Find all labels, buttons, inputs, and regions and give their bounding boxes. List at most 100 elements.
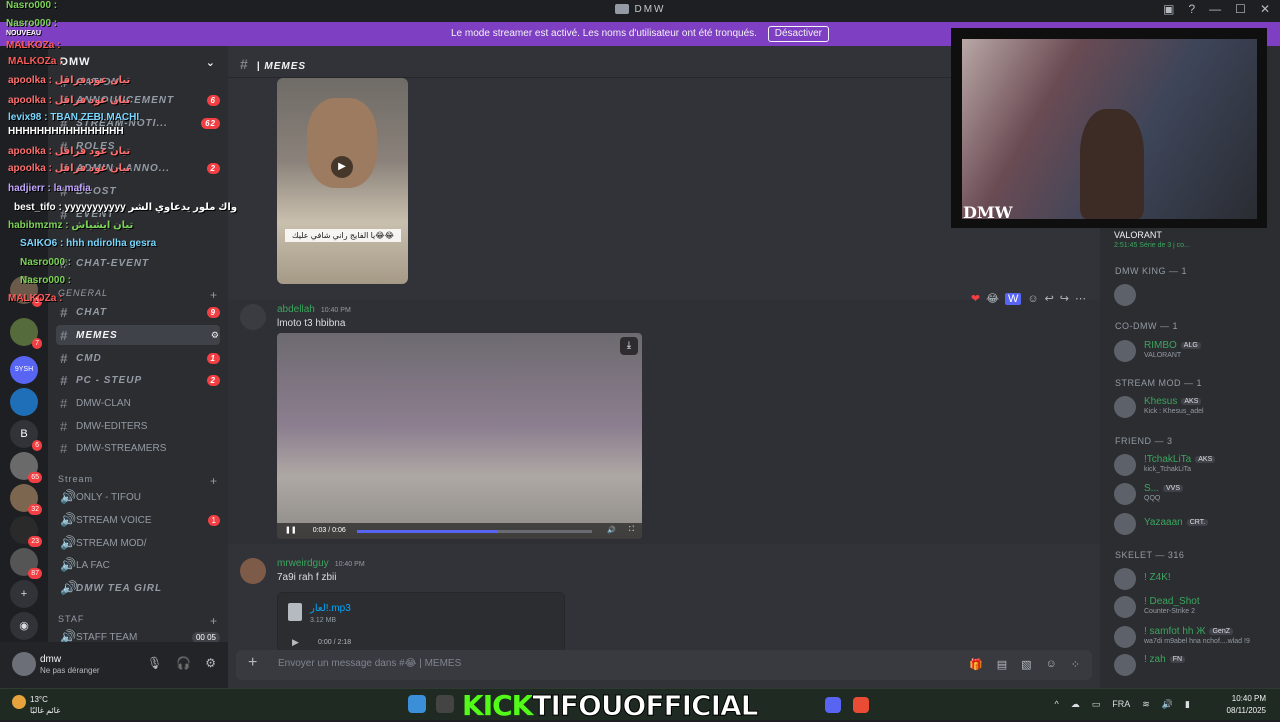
gift-icon[interactable]: 🎁 (969, 658, 983, 671)
server-icon[interactable] (10, 388, 38, 416)
voice-channel-item[interactable]: 🔊 STREAM MOD/ (56, 533, 220, 553)
speaker-icon: 🔊 (60, 629, 77, 642)
member-item[interactable]: !TchakLiTa AKS kick_TchakLiTa (1114, 452, 1274, 478)
member-item[interactable]: ! zah FN (1114, 652, 1274, 678)
channel-item[interactable]: # DMW-CLAN (56, 393, 220, 413)
server-icon[interactable]: 32 (10, 484, 42, 515)
member-item[interactable]: VALORANT 2:51:45 Série de 3 j co... (1114, 228, 1274, 254)
add-channel-icon[interactable]: + (210, 474, 218, 488)
help-icon[interactable]: ? (1188, 2, 1195, 16)
minimize-button[interactable]: — (1209, 2, 1221, 16)
gif-icon[interactable]: ▤ (997, 658, 1007, 671)
member-item[interactable]: Yazaaan CRT. (1114, 511, 1274, 537)
member-item[interactable]: S... VVS QQQ (1114, 481, 1274, 507)
pause-icon[interactable]: ❚❚ (285, 527, 297, 534)
server-icon[interactable]: 23 (10, 516, 42, 547)
close-button[interactable]: ✕ (1260, 2, 1270, 16)
message-actions: ❤ 😂 W ☺ ↩ ↪ ⋯ (971, 292, 1086, 305)
heart-reaction-icon[interactable]: ❤ (971, 292, 980, 305)
member-item[interactable]: ! Z4K! (1114, 566, 1274, 592)
volume-icon[interactable]: 🔊 (1162, 699, 1173, 710)
avatar[interactable] (12, 652, 36, 676)
avatar[interactable] (240, 304, 266, 330)
discord-taskbar-icon[interactable] (825, 697, 841, 713)
channel-item[interactable]: # PC - STEUP 2 (56, 370, 220, 390)
member-item[interactable]: ! Dead_Shot Counter-Strike 2 (1114, 594, 1274, 620)
weather-widget[interactable]: 13°C غائم غالبًا (30, 694, 60, 716)
reply-icon[interactable]: ↩ (1045, 292, 1054, 305)
maximize-button[interactable]: ☐ (1235, 2, 1246, 16)
member-item[interactable]: ! samfot hh Ж GenZ wa7di m9abel hna nchof.… (1114, 624, 1274, 650)
headphones-icon[interactable]: 🎧 (176, 656, 191, 670)
settings-icon[interactable]: ⚙ (211, 330, 220, 341)
image-attachment[interactable]: ▶ يا الفايج راني شافي عليك😂😂 (277, 78, 408, 284)
chat-line: SAIKO6 : hhh ndirolha gesra (20, 238, 157, 249)
discover-icon[interactable]: ◉ (10, 612, 38, 640)
chat-line: apoolka : تيان عود فراقل (8, 75, 131, 86)
file-name[interactable]: لعار!.mp3 (310, 603, 351, 614)
avatar[interactable] (240, 558, 266, 584)
language-indicator[interactable]: FRA (1112, 699, 1130, 710)
play-icon[interactable]: ▶ (292, 637, 299, 648)
webcam-overlay: DMW (951, 28, 1267, 228)
channel-item[interactable]: # DMW-EDITERS (56, 416, 220, 436)
microphone-icon[interactable]: 🎙 (147, 656, 162, 670)
chat-line: MALKOZa : (8, 56, 63, 67)
server-icon[interactable]: 9YSH (10, 356, 38, 384)
w-reaction-icon[interactable]: W (1004, 292, 1022, 305)
voice-channel-item[interactable]: 🔊 STREAM VOICE 1 (56, 510, 220, 530)
message-composer[interactable]: + Envoyer un message dans #😂 | MEMES 🎁 ▤… (236, 650, 1092, 680)
video-progress-fill (357, 530, 498, 533)
chevron-up-icon[interactable]: ^ (1055, 699, 1059, 710)
disable-streamer-mode-button[interactable]: Désactiver (767, 26, 829, 42)
category-staf[interactable]: STAF + (58, 614, 218, 628)
inbox-icon[interactable]: ▣ (1163, 2, 1174, 16)
wifi-icon[interactable]: ≋ (1142, 699, 1150, 710)
channel-item[interactable]: # CMD 1 (56, 348, 220, 368)
more-icon[interactable]: ⋯ (1075, 292, 1086, 305)
server-icon[interactable]: 65 (10, 452, 42, 483)
display-icon[interactable]: ▭ (1092, 699, 1101, 710)
apps-icon[interactable]: ⁘ (1071, 658, 1080, 671)
voice-channel-item[interactable]: 🔊 DMW TEA GIRL (56, 578, 220, 598)
webcam-watermark: DMW (963, 203, 1013, 222)
windows-start-icon[interactable] (408, 695, 426, 713)
download-icon[interactable]: ⤓ (620, 337, 638, 355)
member-category: STREAM MOD — 1 (1115, 378, 1203, 388)
video-progress[interactable] (357, 530, 592, 533)
video-attachment[interactable]: ⤓ ❚❚ 0:03 / 0:06 🔊 ⛶ (277, 333, 642, 539)
audio-attachment[interactable]: لعار!.mp3 3.12 MB ▶ 0:00 / 2:18 (277, 592, 565, 652)
settings-icon[interactable]: ⚙ (205, 656, 216, 670)
fullscreen-icon[interactable]: ⛶ (629, 526, 634, 534)
add-reaction-icon[interactable]: ☺ (1027, 293, 1038, 305)
volume-icon[interactable]: 🔊 (607, 526, 616, 534)
emoji-icon[interactable]: ☺ (1046, 658, 1057, 671)
play-icon[interactable]: ▶ (331, 156, 353, 178)
add-channel-icon[interactable]: + (210, 614, 218, 628)
sticker-icon[interactable]: ▧ (1021, 658, 1031, 671)
cloud-icon[interactable]: ☁ (1071, 699, 1080, 710)
message-author[interactable]: abdellah 10:40 PM (277, 304, 351, 315)
add-attachment-icon[interactable]: + (248, 654, 257, 672)
server-icon[interactable]: B6 (10, 420, 42, 451)
channel-item[interactable]: # DMW-STREAMERS (56, 438, 220, 458)
voice-channel-item[interactable]: 🔊 LA FAC (56, 555, 220, 575)
add-server-icon[interactable]: + (10, 580, 38, 608)
category-stream[interactable]: Stream + (58, 474, 218, 488)
member-item[interactable]: Khesus AKS Kick : Khesus_adel (1114, 394, 1274, 420)
clock[interactable]: 10:40 PM 08/11/2025 (1227, 693, 1266, 717)
forward-icon[interactable]: ↪ (1060, 292, 1069, 305)
voice-channel-item[interactable]: 🔊 STAFF TEAM 00 05 (56, 627, 220, 642)
member-item[interactable]: RIMBO ALG VALORANT (1114, 338, 1274, 364)
voice-channel-item[interactable]: 🔊 ONLY - TIFOU (56, 487, 220, 507)
member-item[interactable] (1114, 282, 1274, 308)
laugh-reaction-icon[interactable]: 😂 (986, 292, 999, 305)
ea-taskbar-icon[interactable] (853, 697, 869, 713)
channel-item-active[interactable]: # MEMES ⚙ (56, 325, 220, 345)
search-icon[interactable] (436, 695, 454, 713)
battery-icon[interactable]: ▮ (1185, 699, 1190, 710)
server-icon[interactable]: 7 (10, 318, 42, 349)
chat-line: MALKOZa : (8, 293, 63, 304)
server-icon[interactable]: 87 (10, 548, 42, 579)
message-author[interactable]: mrweirdguy 10:40 PM (277, 558, 365, 569)
